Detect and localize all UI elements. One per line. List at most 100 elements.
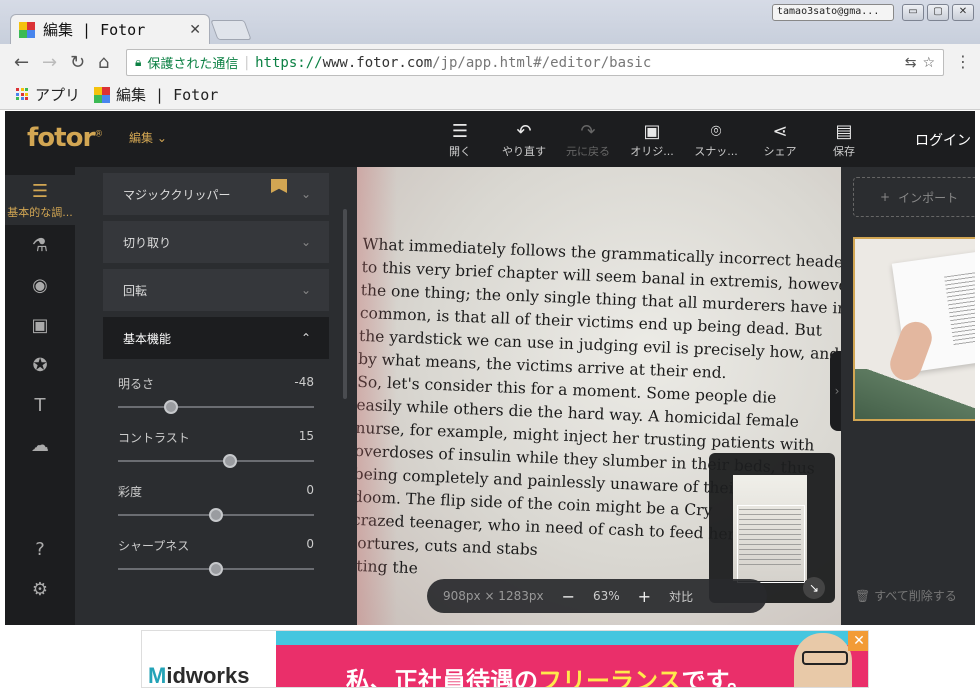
star-icon[interactable]: ☆ [922,55,935,71]
rail-beauty[interactable]: ◉ [5,265,75,305]
sharpness-value: 0 [306,537,314,551]
open-label: 開く [449,145,471,158]
tab-close-icon[interactable]: ✕ [189,22,201,38]
translate-icon[interactable]: ⇆ [905,55,917,71]
share-label: シェア [763,145,797,158]
sharpness-slider[interactable]: シャープネス 0 [118,537,314,576]
chevron-right-icon: › [834,384,840,398]
fotor-logo[interactable]: fotor® [27,123,103,153]
back-icon[interactable]: ← [14,52,29,73]
expand-icon[interactable]: ↘ [803,577,825,599]
zoom-out-button[interactable]: − [562,587,575,606]
rail-basic-adjust[interactable]: ☰ 基本的な調... [5,175,75,225]
clear-all-label: すべて削除する [874,589,957,603]
rail-text[interactable]: T [5,385,75,425]
undo-label: やり直す [502,145,546,158]
snapshot-icon: ⌾ [710,121,722,142]
sharpness-track[interactable] [118,562,314,576]
brightness-label: 明るさ [118,377,155,391]
image-thumbnail[interactable] [853,237,975,421]
address-bar[interactable]: 🔒︎ 保護された通信 | https://www.fotor.com/jp/ap… [126,49,944,76]
ad-brand-logo: Midworks [148,663,249,688]
url-text[interactable]: https://www.fotor.com/jp/app.html#/edito… [255,55,899,71]
edit-menu-dropdown[interactable]: 編集 ⌄ [129,129,167,146]
maximize-button[interactable]: ▢ [927,4,949,21]
section-crop-label: 切り取り [123,235,172,250]
brightness-value: -48 [294,375,314,389]
rail-cloud[interactable]: ☁ [5,425,75,465]
section-rotate[interactable]: 回転 ⌄ [103,269,329,311]
reload-icon[interactable]: ↻ [70,52,85,73]
profile-badge[interactable]: tamao3sato@gma... [772,4,894,21]
original-label: オリジ... [630,145,674,158]
section-crop[interactable]: 切り取り ⌄ [103,221,329,263]
browser-titlebar: 編集 | Fotor ✕ tamao3sato@gma... ▭ ▢ ✕ [0,0,980,44]
save-button[interactable]: ▤ 保存 [814,121,874,159]
image-dimensions: 908px × 1283px [443,589,544,603]
brightness-knob[interactable] [163,400,178,414]
snapshot-button[interactable]: ⌾ スナッ... [686,121,746,159]
rail-stickers[interactable]: ✪ [5,345,75,385]
saturation-knob[interactable] [209,508,223,522]
saturation-track[interactable] [118,508,314,522]
login-button[interactable]: ログイン [915,130,971,150]
new-tab-button[interactable] [210,20,252,40]
menu-icon: ☰ [451,121,469,142]
minimize-button[interactable]: ▭ [902,4,924,21]
bookmark-fotor-label: 編集 | Fotor [116,86,219,104]
ad-creative: 私、正社員待遇のフリーランスです。 [276,631,868,688]
rail-help[interactable]: ? [5,529,75,569]
text-icon: T [34,394,46,416]
import-label: インポート [898,190,959,205]
tab-title: 編集 | Fotor [43,21,146,39]
original-button[interactable]: ▣ オリジ... [622,121,682,159]
section-basic[interactable]: 基本機能 ⌃ [103,317,329,359]
editor-canvas[interactable]: What immediately follows the grammatical… [357,167,841,625]
rail-frames[interactable]: ▣ [5,305,75,345]
home-icon[interactable]: ⌂ [98,52,109,73]
zoom-in-button[interactable]: + [638,587,651,606]
sharpness-knob[interactable] [209,562,223,576]
plus-icon: + [880,190,891,204]
save-label: 保存 [833,145,855,158]
undo-button[interactable]: ↶ やり直す [494,121,554,159]
bookmark-apps[interactable]: アプリ [16,84,80,105]
clear-all-button[interactable]: 🗑︎ すべて削除する [855,587,957,604]
contrast-value: 15 [298,429,314,443]
ad-banner[interactable]: Midworks 私、正社員待遇のフリーランスです。 ✕ [141,630,869,688]
share-button[interactable]: ⋖ シェア [750,121,810,159]
logo-text: fotor [27,123,95,153]
chevron-down-icon: ⌄ [300,283,311,297]
browser-menu-icon[interactable]: ⋮ [955,52,971,71]
trash-icon: 🗑︎ [855,589,871,603]
ad-brand-initial: M [148,663,167,688]
zoom-bar: 908px × 1283px − 63% + 対比 [427,579,767,613]
minimap-viewport[interactable] [737,505,805,583]
ad-close-button[interactable]: ✕ [848,631,868,651]
contrast-track[interactable] [118,454,314,468]
redo-button[interactable]: ↷ 元に戻る [558,121,618,159]
rail-settings[interactable]: ⚙ [5,569,75,609]
fotor-app: fotor® 編集 ⌄ ☰ 開く ↶ やり直す ↷ 元に戻る ▣ オリジ... ⌾ スナッ… [5,111,975,625]
open-button[interactable]: ☰ 開く [430,121,490,159]
panel-scrollbar[interactable] [343,209,347,399]
lock-icon: 🔒︎ [135,55,142,69]
section-magic-clipper[interactable]: マジッククリッパー ⌄ [103,173,329,215]
brightness-track[interactable] [118,400,314,414]
ad-headline-part1: 私、正社員待遇の [346,667,538,688]
rail-effects[interactable]: ⚗ [5,225,75,265]
cloud-icon: ☁ [31,434,49,456]
brightness-slider[interactable]: 明るさ -48 [118,375,314,414]
bookmark-fotor[interactable]: 編集 | Fotor [94,84,218,105]
contrast-slider[interactable]: コントラスト 15 [118,429,314,468]
ad-headline-part2: フリーランス [538,667,682,688]
close-window-button[interactable]: ✕ [952,4,974,21]
forward-icon[interactable]: → [42,52,57,73]
saturation-slider[interactable]: 彩度 0 [118,483,314,522]
import-button[interactable]: + インポート [853,177,975,217]
contrast-knob[interactable] [222,454,237,468]
browser-tab[interactable]: 編集 | Fotor ✕ [10,14,210,44]
save-icon: ▤ [835,121,853,142]
compare-button[interactable]: 対比 [669,588,693,605]
gear-icon: ⚙ [31,578,49,600]
